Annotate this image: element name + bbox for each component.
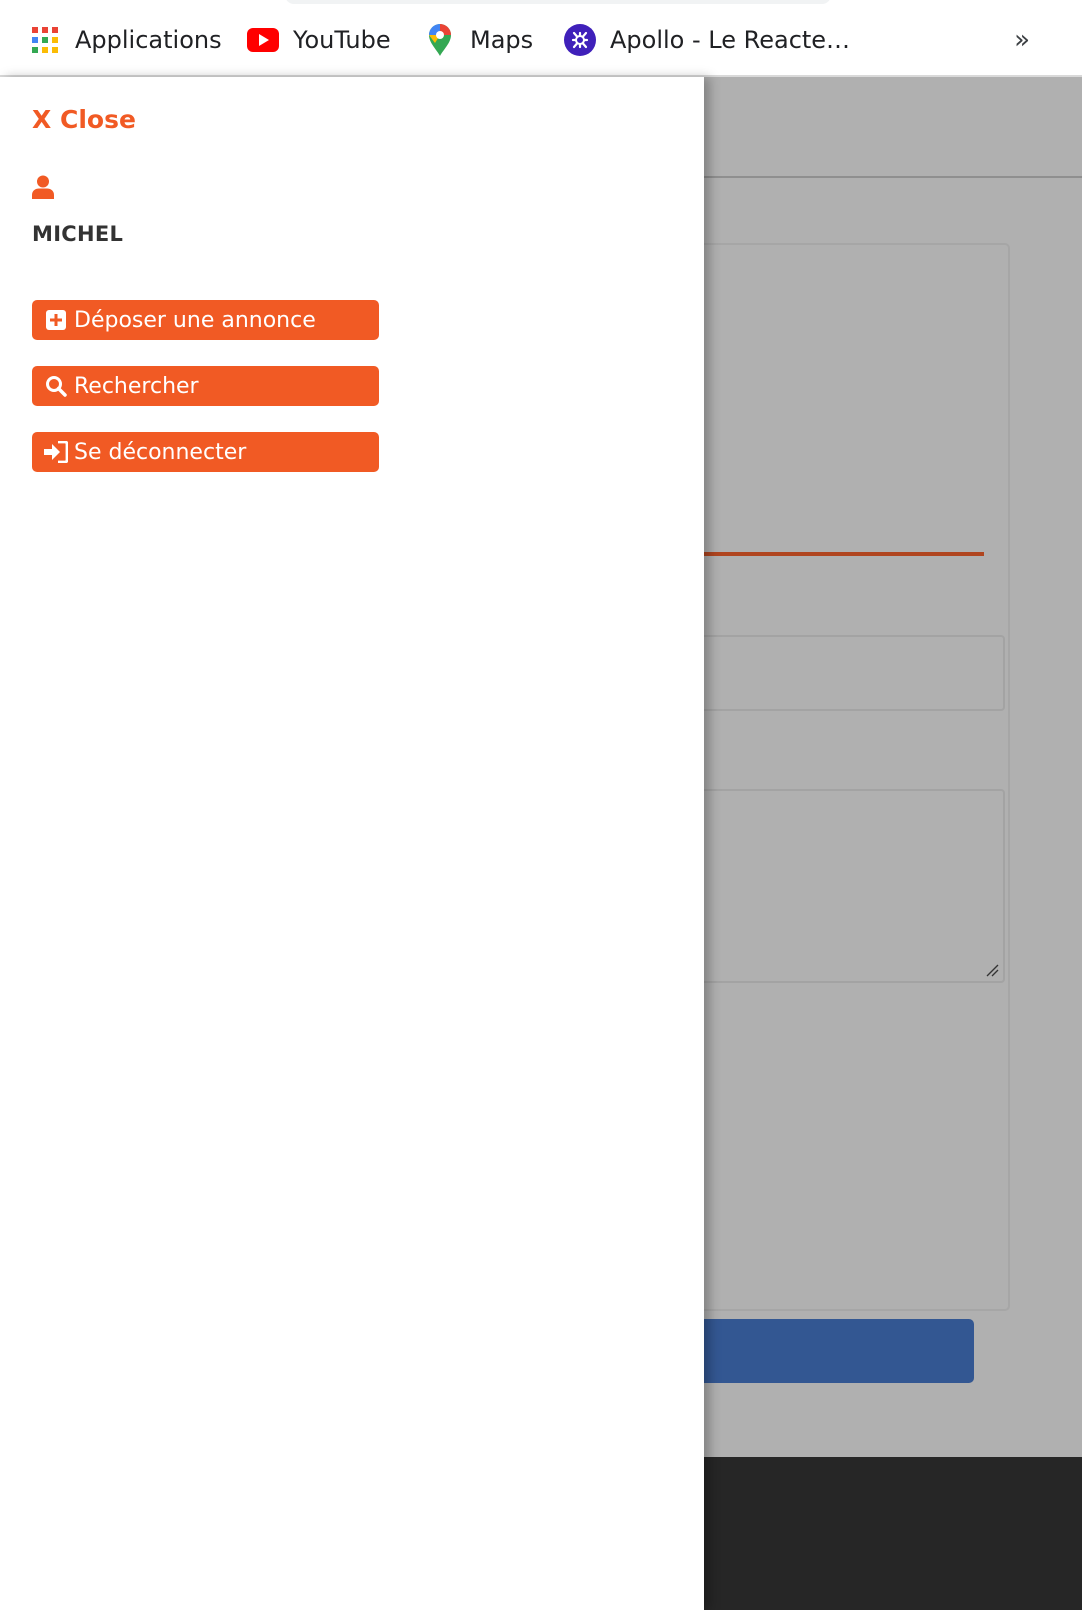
bookmark-applications[interactable]: Applications [28,20,222,60]
search-icon [44,374,68,398]
address-bar-edge [285,0,831,4]
logout-label: Se déconnecter [74,439,247,465]
user-icon [32,175,54,199]
side-drawer: X Close MICHEL Déposer une annonce Reche… [0,77,704,1610]
bookmarks-bar: Applications YouTube Maps Apollo - Le Re… [0,0,1082,77]
post-ad-button[interactable]: Déposer une annonce [32,300,379,340]
logout-button[interactable]: Se déconnecter [32,432,379,472]
bookmark-maps[interactable]: Maps [423,20,533,60]
apps-grid-icon [28,23,62,57]
bookmark-apollo[interactable]: Apollo - Le Reacte… [563,20,850,60]
bookmark-youtube[interactable]: YouTube [246,20,391,60]
close-drawer-button[interactable]: X Close [32,105,136,134]
bookmark-label: YouTube [293,26,391,54]
bookmarks-overflow-button[interactable]: » [1014,20,1030,60]
apollo-icon [563,23,597,57]
post-ad-label: Déposer une annonce [74,307,316,333]
search-label: Rechercher [74,373,199,399]
maps-pin-icon [423,23,457,57]
bookmark-label: Applications [75,26,222,54]
user-name: MICHEL [32,222,124,246]
plus-square-icon [44,308,68,332]
youtube-icon [246,23,280,57]
bookmark-label: Maps [470,26,534,54]
search-button[interactable]: Rechercher [32,366,379,406]
bookmark-label: Apollo - Le Reacte… [610,26,851,54]
sign-in-icon [44,440,68,464]
resize-handle-icon[interactable] [985,963,999,977]
